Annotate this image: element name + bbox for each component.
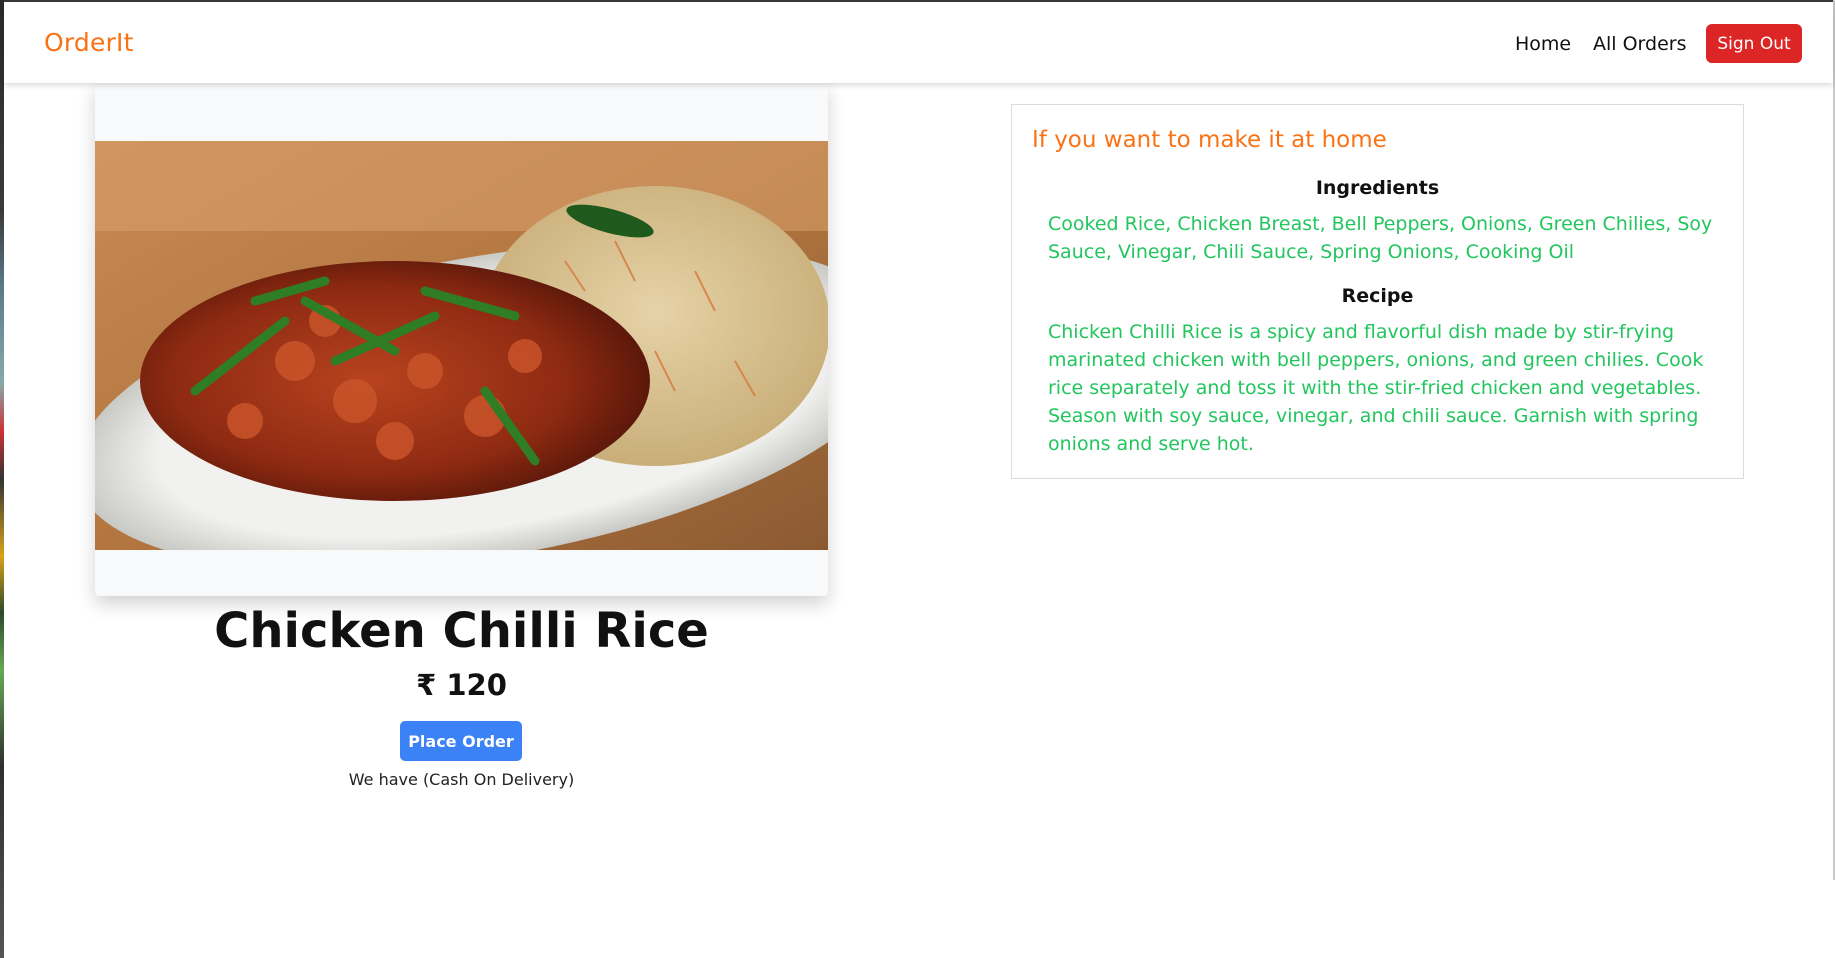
navbar: OrderIt Home All Orders Sign Out	[4, 2, 1833, 83]
food-photo	[95, 141, 828, 550]
ingredients-text: Cooked Rice, Chicken Breast, Bell Pepper…	[1048, 213, 1713, 263]
dish-image-card	[95, 83, 828, 596]
recipe-text: Chicken Chilli Rice is a spicy and flavo…	[1048, 321, 1704, 455]
dish-price: ₹ 120	[416, 668, 507, 702]
sign-out-button[interactable]: Sign Out	[1706, 24, 1802, 63]
dish-title: Chicken Chilli Rice	[214, 603, 709, 659]
place-order-button[interactable]: Place Order	[400, 721, 522, 761]
recipe-title: Recipe	[1341, 285, 1414, 307]
recipe-card: If you want to make it at home Ingredien…	[1011, 104, 1744, 479]
window-left-edge	[0, 0, 4, 958]
payment-note: We have (Cash On Delivery)	[348, 770, 575, 789]
nav-link-all-orders[interactable]: All Orders	[1593, 33, 1687, 55]
ingredients-title: Ingredients	[1315, 177, 1440, 199]
nav-link-home[interactable]: Home	[1515, 33, 1571, 55]
brand-logo[interactable]: OrderIt	[44, 28, 134, 57]
recipe-card-heading: If you want to make it at home	[1032, 127, 1387, 153]
